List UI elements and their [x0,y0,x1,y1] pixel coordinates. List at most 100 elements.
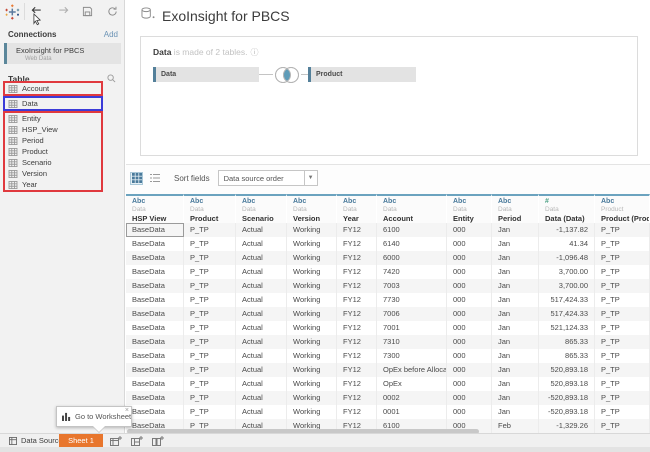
cell[interactable]: 000 [447,405,492,419]
refresh-button[interactable] [104,3,120,19]
cell[interactable]: FY12 [337,377,377,391]
cell[interactable]: Working [287,363,337,377]
cell[interactable]: FY12 [337,293,377,307]
cell[interactable]: FY12 [337,321,377,335]
cell[interactable]: P_TP [595,237,650,251]
cell[interactable]: FY12 [337,335,377,349]
cell[interactable]: P_TP [184,307,236,321]
cell[interactable]: P_TP [184,237,236,251]
search-icon[interactable] [107,70,116,88]
cell[interactable]: 0001 [377,405,447,419]
redo-button[interactable] [54,3,70,19]
cell[interactable]: 6100 [377,223,447,237]
close-icon[interactable]: × [125,407,129,415]
table-item-data[interactable]: Data [5,98,101,109]
cell[interactable]: 000 [447,223,492,237]
cell[interactable]: -1,096.48 [539,251,595,265]
cell[interactable]: 000 [447,279,492,293]
cell[interactable]: Jan [492,251,539,265]
info-icon[interactable]: ⓘ [251,48,259,57]
cell[interactable]: P_TP [595,349,650,363]
cell[interactable]: Actual [236,293,287,307]
cell[interactable]: BaseData [126,377,184,391]
cell[interactable]: BaseData [126,307,184,321]
join-table-product[interactable]: Product [308,67,416,82]
cell[interactable]: Working [287,391,337,405]
cell[interactable]: 7310 [377,335,447,349]
cell[interactable]: 7300 [377,349,447,363]
cell[interactable]: P_TP [184,405,236,419]
cell[interactable]: Working [287,335,337,349]
cell[interactable]: 000 [447,265,492,279]
cell[interactable]: BaseData [126,405,184,419]
cell[interactable]: BaseData [126,335,184,349]
cell[interactable]: 41.34 [539,237,595,251]
cell[interactable]: P_TP [595,363,650,377]
add-connection-link[interactable]: Add [104,30,118,39]
cell[interactable]: Working [287,237,337,251]
column-header-year[interactable]: AbcDataYear [337,194,377,223]
cell[interactable]: P_TP [184,265,236,279]
table-item-version[interactable]: Version [5,168,101,179]
cell[interactable]: P_TP [184,349,236,363]
cell[interactable]: Jan [492,391,539,405]
cell[interactable]: -520,893.18 [539,405,595,419]
cell[interactable]: Working [287,405,337,419]
new-worksheet-button[interactable] [110,436,122,446]
cell[interactable]: Actual [236,405,287,419]
cell[interactable]: Actual [236,223,287,237]
cell[interactable]: BaseData [126,265,184,279]
cell[interactable]: 000 [447,251,492,265]
table-item-year[interactable]: Year [5,179,101,190]
go-to-worksheet-tooltip[interactable]: Go to Worksheet × [56,406,132,427]
cell[interactable]: -1,329.26 [539,419,595,433]
cell[interactable]: FY12 [337,363,377,377]
cell[interactable]: Working [287,223,337,237]
table-item-account[interactable]: Account [5,83,101,94]
cell[interactable]: Working [287,349,337,363]
cell[interactable]: P_TP [595,321,650,335]
cell[interactable]: P_TP [184,321,236,335]
cell[interactable]: 3,700.00 [539,279,595,293]
cell[interactable]: P_TP [184,363,236,377]
grid-view-button[interactable] [130,172,143,185]
cell[interactable]: 865.33 [539,349,595,363]
inner-join-icon[interactable] [273,65,301,85]
cell[interactable]: FY12 [337,405,377,419]
cell[interactable]: P_TP [595,293,650,307]
new-story-button[interactable] [152,436,164,446]
cell[interactable]: 000 [447,321,492,335]
cell[interactable]: OpEx [377,377,447,391]
column-header-hsp-view[interactable]: AbcDataHSP View [126,194,184,223]
cell[interactable]: 7003 [377,279,447,293]
cell[interactable]: Working [287,321,337,335]
cell[interactable]: Jan [492,237,539,251]
cell[interactable]: Working [287,279,337,293]
cell[interactable]: BaseData [126,349,184,363]
cell[interactable]: Actual [236,237,287,251]
column-header-account[interactable]: AbcDataAccount [377,194,447,223]
cell[interactable]: Jan [492,265,539,279]
cell[interactable]: FY12 [337,237,377,251]
cell[interactable]: FY12 [337,223,377,237]
cell[interactable]: 000 [447,377,492,391]
cell[interactable]: 0002 [377,391,447,405]
cell[interactable]: BaseData [126,237,184,251]
new-dashboard-button[interactable] [131,436,143,446]
cell[interactable]: Jan [492,349,539,363]
cell[interactable]: P_TP [595,265,650,279]
cell[interactable]: Actual [236,321,287,335]
table-item-hsp-view[interactable]: HSP_View [5,124,101,135]
cell[interactable]: FY12 [337,307,377,321]
cell[interactable]: P_TP [184,391,236,405]
cell[interactable]: 517,424.33 [539,293,595,307]
cell[interactable]: FY12 [337,391,377,405]
cell[interactable]: OpEx before Allocatio... [377,363,447,377]
cell[interactable]: Jan [492,307,539,321]
cell[interactable]: 517,424.33 [539,307,595,321]
cell[interactable]: -1,137.82 [539,223,595,237]
sort-fields-dropdown[interactable]: Data source order ▼ [218,170,318,186]
cell[interactable]: 7006 [377,307,447,321]
table-item-entity[interactable]: Entity [5,113,101,124]
cell[interactable]: 6000 [377,251,447,265]
